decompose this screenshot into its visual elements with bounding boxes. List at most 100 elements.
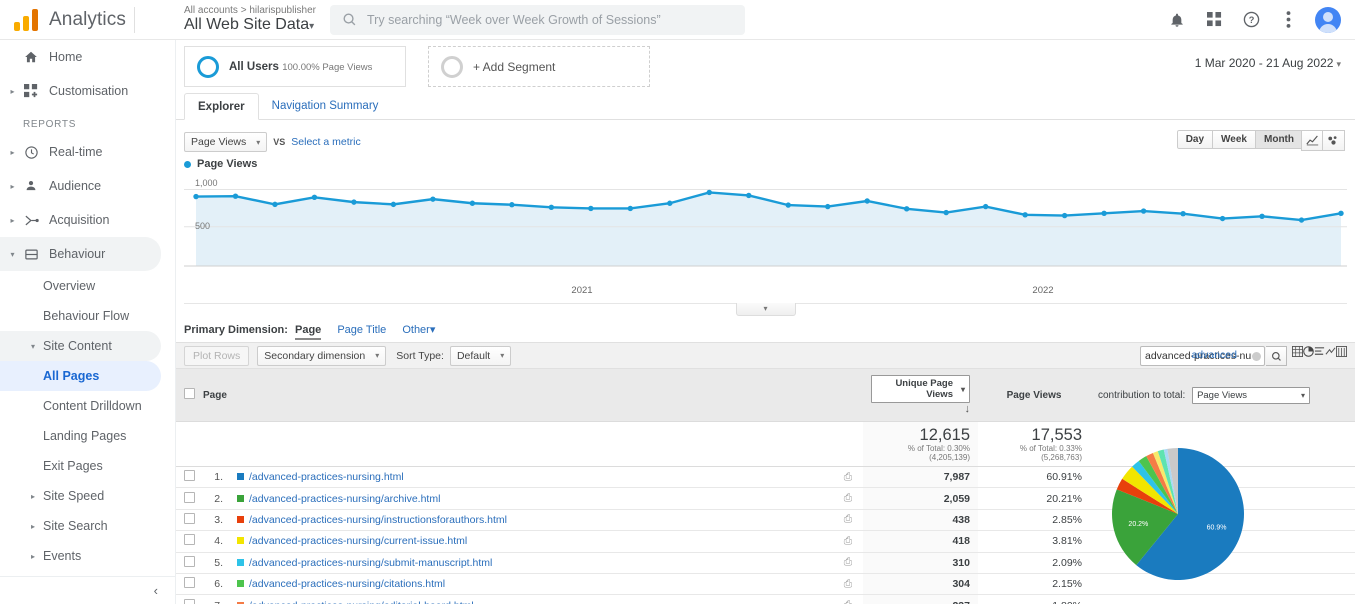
metric-select[interactable]: Page Views ▾ xyxy=(184,132,267,152)
chevron-down-icon[interactable]: ▾ xyxy=(6,250,19,259)
primary-dimension-other[interactable]: Other▾ xyxy=(402,324,435,336)
line-chart-icon[interactable] xyxy=(1301,130,1323,151)
sidebar-item-behaviour[interactable]: ▾ Behaviour xyxy=(0,237,161,271)
row-checkbox[interactable] xyxy=(184,534,195,545)
select-all-checkbox[interactable] xyxy=(184,388,195,399)
sidebar-sub-label: Behaviour Flow xyxy=(43,309,129,323)
date-range-selector[interactable]: 1 Mar 2020 - 21 Aug 2022▾ xyxy=(1195,56,1341,70)
open-external-icon[interactable]: ⎙ xyxy=(844,513,852,525)
sidebar-item-real-time[interactable]: ▸ Real-time xyxy=(0,135,175,169)
sidebar-item-acquisition[interactable]: ▸ Acquisition xyxy=(0,203,175,237)
sidebar-item-site-content[interactable]: ▾ Site Content xyxy=(0,331,161,361)
sidebar-item-label: Acquisition xyxy=(43,213,109,227)
contribution-pie-chart: 60.9%20.2% xyxy=(1090,430,1355,604)
sidebar-item-all-pages[interactable]: All Pages xyxy=(0,361,161,391)
row-page-views: 20.21% xyxy=(978,488,1090,509)
row-checkbox[interactable] xyxy=(184,492,195,503)
page-views-line-chart[interactable]: 1,000 500 2021 2022 xyxy=(184,176,1347,281)
table-view-icon[interactable] xyxy=(1292,346,1303,360)
row-page-link[interactable]: /advanced-practices-nursing/editorial-bo… xyxy=(249,600,474,604)
chevron-right-icon[interactable]: ▸ xyxy=(6,148,19,157)
row-index: 3. xyxy=(203,509,231,530)
sidebar-item-content-drilldown[interactable]: Content Drilldown xyxy=(0,391,175,421)
row-page-link[interactable]: /advanced-practices-nursing.html xyxy=(249,471,404,483)
pie-view-icon[interactable] xyxy=(1303,346,1314,360)
segment-all-users[interactable]: All Users 100.00% Page Views xyxy=(184,46,406,87)
sort-type-select[interactable]: Default ▾ xyxy=(450,346,511,366)
avatar[interactable] xyxy=(1315,7,1341,33)
primary-dimension-bar: Primary Dimension: Page Page Title Other… xyxy=(176,314,1355,342)
chevron-right-icon[interactable]: ▸ xyxy=(31,492,43,501)
chevron-right-icon[interactable]: ▸ xyxy=(6,87,19,96)
chevron-down-icon[interactable]: ▾ xyxy=(31,342,43,351)
row-page-link[interactable]: /advanced-practices-nursing/archive.html xyxy=(249,493,440,505)
page-views-column-header[interactable]: Page Views xyxy=(978,369,1090,422)
plot-rows-button[interactable]: Plot Rows xyxy=(184,346,249,366)
sidebar-item-customisation[interactable]: ▸ Customisation xyxy=(0,74,175,108)
page-column-header[interactable]: Page xyxy=(203,369,863,422)
contribution-metric-select[interactable]: Page Views ▾ xyxy=(1192,387,1310,404)
sidebar-item-exit-pages[interactable]: Exit Pages xyxy=(0,451,175,481)
select-a-metric-link[interactable]: Select a metric xyxy=(291,136,360,148)
sidebar-collapse-button[interactable]: ‹ xyxy=(0,576,176,604)
bell-icon[interactable] xyxy=(1167,10,1187,30)
row-checkbox[interactable] xyxy=(184,513,195,524)
motion-chart-icon[interactable] xyxy=(1323,130,1345,151)
sidebar-item-behaviour-flow[interactable]: Behaviour Flow xyxy=(0,301,175,331)
open-external-icon[interactable]: ⎙ xyxy=(844,556,852,568)
granularity-week[interactable]: Week xyxy=(1213,130,1256,149)
row-checkbox[interactable] xyxy=(184,577,195,588)
sidebar-sub-label: Site Speed xyxy=(43,489,104,503)
row-page-link[interactable]: /advanced-practices-nursing/citations.ht… xyxy=(249,578,445,590)
sidebar-item-overview[interactable]: Overview xyxy=(0,271,175,301)
row-checkbox[interactable] xyxy=(184,470,195,481)
comparison-view-icon[interactable] xyxy=(1325,346,1336,360)
sidebar-item-landing-pages[interactable]: Landing Pages xyxy=(0,421,175,451)
sidebar-item-home[interactable]: Home xyxy=(0,40,175,74)
unique-page-views-select[interactable]: Unique Page Views ▾ xyxy=(871,375,970,403)
sidebar-item-site-search[interactable]: ▸ Site Search xyxy=(0,511,175,541)
row-checkbox[interactable] xyxy=(184,556,195,567)
row-page-link[interactable]: /advanced-practices-nursing/submit-manus… xyxy=(249,557,492,569)
primary-dimension-page[interactable]: Page xyxy=(295,324,321,340)
chevron-down-icon: ▾ xyxy=(375,351,379,360)
tab-navigation-summary[interactable]: Navigation Summary xyxy=(259,93,392,120)
row-checkbox[interactable] xyxy=(184,599,195,604)
advanced-link[interactable]: advanced xyxy=(1191,349,1237,361)
chevron-right-icon[interactable]: ▸ xyxy=(6,216,19,225)
help-icon[interactable]: ? xyxy=(1241,10,1261,30)
granularity-day[interactable]: Day xyxy=(1177,130,1213,149)
tab-explorer[interactable]: Explorer xyxy=(184,93,259,120)
primary-dimension-page-title[interactable]: Page Title xyxy=(337,324,386,336)
search-input[interactable] xyxy=(367,13,733,27)
sidebar-item-audience[interactable]: ▸ Audience xyxy=(0,169,175,203)
chevron-right-icon[interactable]: ▸ xyxy=(31,552,43,561)
chart-expander[interactable]: ▾ xyxy=(184,303,1347,314)
pivot-view-icon[interactable] xyxy=(1336,346,1347,360)
sidebar-item-events[interactable]: ▸ Events xyxy=(0,541,175,571)
open-external-icon[interactable]: ⎙ xyxy=(844,492,852,504)
add-segment-button[interactable]: + Add Segment xyxy=(428,46,650,87)
open-external-icon[interactable]: ⎙ xyxy=(844,599,852,604)
open-external-icon[interactable]: ⎙ xyxy=(844,578,852,590)
row-page-link[interactable]: /advanced-practices-nursing/current-issu… xyxy=(249,535,467,547)
table-search-button[interactable] xyxy=(1266,346,1287,366)
apps-grid-icon[interactable] xyxy=(1204,10,1224,30)
segment-name: All Users xyxy=(229,61,279,73)
chevron-right-icon[interactable]: ▸ xyxy=(6,182,19,191)
sort-descending-icon[interactable]: ↓ xyxy=(965,403,971,415)
secondary-dimension-select[interactable]: Secondary dimension ▾ xyxy=(257,346,386,366)
global-search[interactable] xyxy=(330,5,745,35)
clear-icon[interactable] xyxy=(1252,352,1261,361)
account-view-selector[interactable]: All accounts > hilarispublisher All Web … xyxy=(184,5,316,34)
segment-ring-icon xyxy=(441,56,463,78)
granularity-month[interactable]: Month xyxy=(1256,130,1303,149)
row-page-link[interactable]: /advanced-practices-nursing/instructions… xyxy=(249,514,507,526)
open-external-icon[interactable]: ⎙ xyxy=(844,471,852,483)
more-vert-icon[interactable] xyxy=(1278,10,1298,30)
performance-view-icon[interactable] xyxy=(1314,346,1325,360)
chevron-down-icon[interactable]: ▾ xyxy=(736,303,796,316)
open-external-icon[interactable]: ⎙ xyxy=(844,535,852,547)
sidebar-item-site-speed[interactable]: ▸ Site Speed xyxy=(0,481,175,511)
chevron-right-icon[interactable]: ▸ xyxy=(31,522,43,531)
